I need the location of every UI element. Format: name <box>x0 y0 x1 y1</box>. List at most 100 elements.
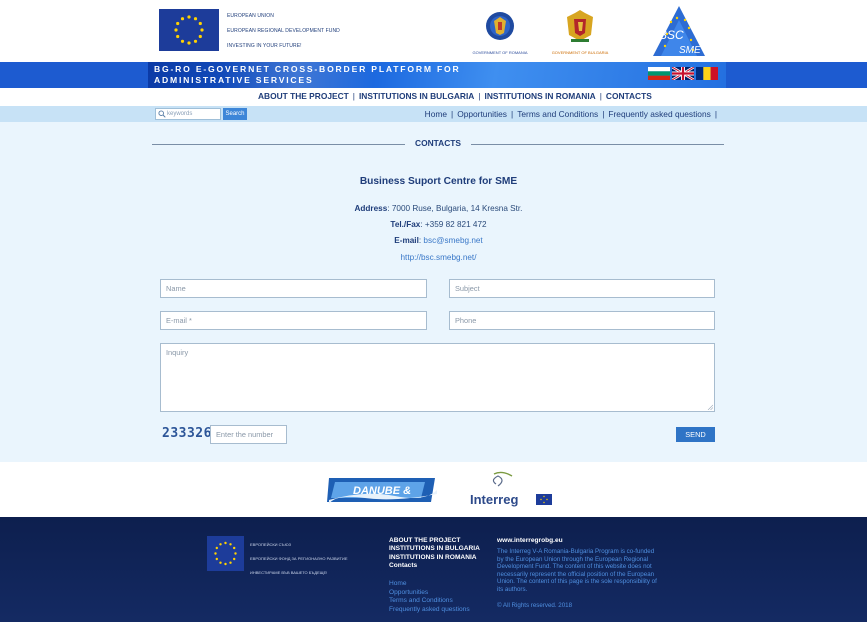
header-logos: EUROPEAN UNION EUROPEAN REGIONAL DEVELOP… <box>0 0 867 62</box>
heading-divider-right <box>471 144 724 145</box>
website-line: http://bsc.smebg.net/ <box>0 253 867 262</box>
main-navigation: ABOUT THE PROJECT | INSTITUTIONS IN BULGAR… <box>0 88 867 106</box>
nav-about-project[interactable]: ABOUT THE PROJECT <box>258 91 349 101</box>
captcha-placeholder: Enter the number <box>216 430 274 439</box>
nav-separator: | <box>599 91 602 101</box>
footer-link-contacts[interactable]: Contacts <box>389 562 480 570</box>
eu-line: INVESTING IN YOUR FUTURE! <box>227 43 302 49</box>
email-field[interactable]: E-mail * <box>160 311 427 330</box>
footer-link-home[interactable]: Home <box>389 580 470 589</box>
bulgaria-coat-of-arms-icon <box>567 10 593 42</box>
footer-eu-line: ЕВРОПЕЙСКИ СЪЮЗ <box>250 542 292 547</box>
danube-banner-icon: DANUBE & <box>327 478 437 504</box>
nav-institutions-bulgaria[interactable]: INSTITUTIONS IN BULGARIA <box>359 91 474 101</box>
nav-institutions-romania[interactable]: INSTITUTIONS IN ROMANIA <box>485 91 596 101</box>
eu-flag-logo <box>159 9 219 51</box>
subnav-separator: | <box>511 109 514 119</box>
sme-text: SME <box>679 45 701 56</box>
language-switcher <box>648 67 718 80</box>
website-link[interactable]: http://bsc.smebg.net/ <box>400 253 476 262</box>
danube-logo[interactable]: DANUBE & <box>325 472 441 508</box>
romania-coat-of-arms-icon <box>486 12 514 40</box>
bsc-sme-star-icon: BSC SME <box>653 6 705 56</box>
nav-separator: | <box>478 91 481 101</box>
tel-line: Tel./Fax: +359 82 821 472 <box>0 220 867 229</box>
phone-field[interactable]: Phone <box>449 311 715 330</box>
sub-navigation-bar: keywords Search Home | Opportunities | Terms… <box>0 106 867 122</box>
banner-title-line2: ADMINISTRATIVE SERVICES <box>154 75 314 85</box>
footer-disclaimer: The Interreg V-A Romania-Bulgaria Progra… <box>497 548 657 593</box>
search-input[interactable]: keywords <box>155 108 221 120</box>
gov-ro-label: GOVERNMENT OF ROMANIA <box>472 50 528 55</box>
subnav-opportunities[interactable]: Opportunities <box>457 109 507 119</box>
inquiry-textarea[interactable]: Inquiry <box>160 343 715 412</box>
subnav-home[interactable]: Home <box>425 109 447 119</box>
subnav-separator: | <box>714 109 717 119</box>
footer-link-faq[interactable]: Frequently asked questions <box>389 606 470 615</box>
captcha-code: 233326 <box>162 426 212 441</box>
interreg-icon: Interreg <box>470 471 552 507</box>
eu-text-block: EUROPEAN UNION EUROPEAN REGIONAL DEVELOP… <box>227 9 340 54</box>
subnav-separator: | <box>451 109 454 119</box>
email-placeholder: E-mail * <box>166 316 192 325</box>
footer-link-opportunities[interactable]: Opportunities <box>389 589 470 598</box>
footer-eu-text: ЕВРОПЕЙСКИ СЪЮЗ ЕВРОПЕЙСКИ ФОНД ЗА РЕГИО… <box>250 538 348 580</box>
eu-stars-icon <box>159 9 219 51</box>
footer-eu-line: ИНВЕСТИРАМЕ ВЪВ ВАШЕТО БЪДЕЩЕ! <box>250 570 328 575</box>
bsc-text: BSC <box>659 28 684 42</box>
bulgarian-flag-icon[interactable] <box>648 67 670 80</box>
sub-nav-links: Home | Opportunities | Terms and Conditions |… <box>425 109 721 119</box>
phone-placeholder: Phone <box>455 316 477 325</box>
footer-copyright: © All Rights reserved. 2018 <box>497 602 573 609</box>
organization-name: Business Suport Centre for SME <box>359 176 518 187</box>
subject-placeholder: Subject <box>455 284 480 293</box>
send-button[interactable]: SEND <box>676 427 715 442</box>
search-icon <box>158 110 166 118</box>
resize-handle-icon[interactable] <box>707 404 713 410</box>
uk-flag-icon[interactable] <box>672 67 694 80</box>
name-placeholder: Name <box>166 284 186 293</box>
search-placeholder: keywords <box>167 111 193 117</box>
interreg-logo[interactable]: Interreg <box>468 470 556 510</box>
email-link[interactable]: bsc@smebg.net <box>423 236 482 245</box>
eu-stars-icon <box>207 536 244 571</box>
search-button[interactable]: Search <box>223 108 247 120</box>
page-title: CONTACTS <box>415 138 461 148</box>
subject-field[interactable]: Subject <box>449 279 715 298</box>
government-romania-logo: GOVERNMENT OF ROMANIA <box>470 7 530 55</box>
government-bulgaria-logo: GOVERNMENT OF BULGARIA <box>545 7 615 55</box>
subnav-faq[interactable]: Frequently asked questions <box>608 109 710 119</box>
email-label: E-mail <box>394 236 419 245</box>
nav-contacts[interactable]: CONTACTS <box>606 91 652 101</box>
email-line: E-mail: bsc@smebg.net <box>0 236 867 245</box>
footer-link-terms[interactable]: Terms and Conditions <box>389 597 470 606</box>
footer-link-about[interactable]: ABOUT THE PROJECT <box>389 537 480 545</box>
eu-line: EUROPEAN REGIONAL DEVELOPMENT FUND <box>227 28 340 34</box>
address-line: Address: 7000 Ruse, Bulgaria, 14 Kresna … <box>0 204 867 213</box>
danube-logo-text: DANUBE & <box>353 485 411 497</box>
heading-divider-left <box>152 144 405 145</box>
interreg-text: Interreg <box>470 492 518 507</box>
inquiry-placeholder: Inquiry <box>166 348 189 357</box>
section-heading: CONTACTS <box>152 137 724 149</box>
footer-secondary-links: Home Opportunities Terms and Conditions … <box>389 580 470 614</box>
address-value: : 7000 Ruse, Bulgaria, 14 Kresna Str. <box>387 204 523 213</box>
eu-line: EUROPEAN UNION <box>227 13 274 19</box>
footer-site-link[interactable]: www.interregrobg.eu <box>497 537 563 544</box>
name-field[interactable]: Name <box>160 279 427 298</box>
subnav-terms[interactable]: Terms and Conditions <box>517 109 598 119</box>
romanian-flag-icon[interactable] <box>696 67 718 80</box>
footer-link-institutions-bulgaria[interactable]: INSTITUTIONS IN BULGARIA <box>389 545 480 553</box>
footer-main-links: ABOUT THE PROJECT INSTITUTIONS IN BULGAR… <box>389 537 480 571</box>
tel-label: Tel./Fax <box>390 220 421 229</box>
banner-title-line1: BG-RO E-GOVERNET CROSS-BORDER PLATFORM F… <box>154 64 461 74</box>
gov-bg-label: GOVERNMENT OF BULGARIA <box>551 50 609 55</box>
bsc-sme-logo[interactable]: BSC SME <box>641 4 717 60</box>
subnav-separator: | <box>602 109 605 119</box>
tel-value: : +359 82 821 472 <box>420 220 487 229</box>
address-label: Address <box>354 204 388 213</box>
footer-eu-line: ЕВРОПЕЙСКИ ФОНД ЗА РЕГИОНАЛНО РАЗВИТИЕ <box>250 556 348 561</box>
footer-link-institutions-romania[interactable]: INSTITUTIONS IN ROMANIA <box>389 554 480 562</box>
captcha-input[interactable]: Enter the number <box>210 425 287 444</box>
site-banner: BG-RO E-GOVERNET CROSS-BORDER PLATFORM F… <box>148 62 726 88</box>
